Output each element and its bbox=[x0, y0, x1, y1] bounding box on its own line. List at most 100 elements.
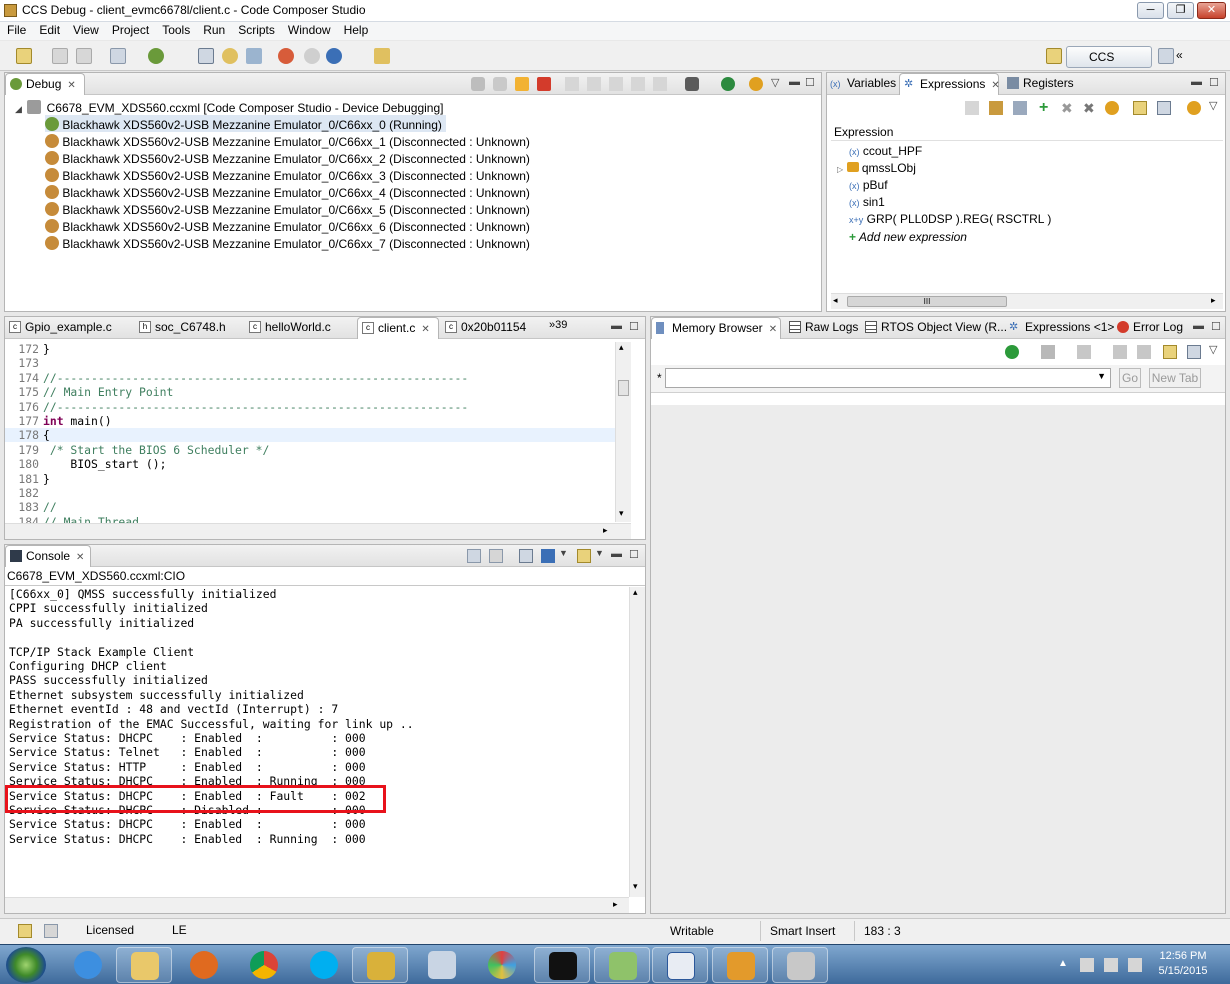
menu-run[interactable]: Run bbox=[196, 22, 231, 37]
collapse-all-icon[interactable] bbox=[965, 101, 979, 115]
memory-address-input[interactable]: ▼ bbox=[665, 368, 1111, 388]
close-tab-icon[interactable]: ✕ bbox=[76, 552, 84, 563]
tab-expressions-1[interactable]: ✲ Expressions <1> bbox=[1005, 317, 1114, 339]
console-output[interactable]: [C66xx_0] QMSS successfully initialized C… bbox=[5, 587, 629, 887]
scroll-right-icon[interactable]: ▸ bbox=[1211, 295, 1216, 306]
editor-hscroll[interactable]: ▸ bbox=[5, 523, 631, 539]
run-config-icon[interactable] bbox=[326, 48, 342, 64]
core-row-4[interactable]: Blackhawk XDS560v2-USB Mezzanine Emulato… bbox=[45, 183, 530, 200]
tab-console[interactable]: Console ✕ bbox=[5, 545, 91, 567]
expression-row[interactable]: ▷ qmssLObj bbox=[837, 160, 916, 177]
add-new-expression-row[interactable]: + Add new expression bbox=[849, 229, 967, 246]
taskbar-app-outlook[interactable] bbox=[712, 947, 768, 983]
taskbar-app-chrome[interactable] bbox=[236, 947, 292, 983]
scroll-down-icon[interactable]: ▾ bbox=[619, 508, 624, 519]
tab-raw-logs[interactable]: Raw Logs bbox=[785, 317, 859, 339]
tab-expressions[interactable]: ✲ Expressions ✕ bbox=[899, 73, 1000, 95]
display-console-icon[interactable] bbox=[541, 549, 555, 563]
debug-bug-icon[interactable] bbox=[148, 48, 164, 64]
expand-icon[interactable] bbox=[989, 101, 1003, 115]
refresh-icon[interactable] bbox=[1105, 101, 1119, 115]
expand-arrow-icon[interactable]: ▷ bbox=[837, 165, 843, 174]
link-icon[interactable] bbox=[1113, 345, 1127, 359]
tab-memory-browser[interactable]: Memory Browser ✕ bbox=[651, 317, 781, 339]
menu-help[interactable]: Help bbox=[337, 22, 375, 37]
core-row-3[interactable]: Blackhawk XDS560v2-USB Mezzanine Emulato… bbox=[45, 166, 530, 183]
show-hidden-icons-icon[interactable]: ▲ bbox=[1058, 958, 1068, 969]
menu-edit[interactable]: Edit bbox=[32, 22, 66, 37]
menu-window[interactable]: Window bbox=[281, 22, 337, 37]
new-window-icon[interactable] bbox=[18, 924, 32, 938]
code-line[interactable]: 172} bbox=[5, 342, 49, 356]
network-icon[interactable] bbox=[1080, 958, 1094, 972]
expression-row[interactable]: (x) ccout_HPF bbox=[849, 143, 922, 160]
view-menu-icon[interactable]: ▽ bbox=[1209, 99, 1217, 112]
taskbar-app-word[interactable] bbox=[652, 947, 708, 983]
close-tab-icon[interactable]: ✕ bbox=[67, 80, 75, 91]
scroll-up-icon[interactable]: ▴ bbox=[619, 342, 624, 353]
menu-tools[interactable]: Tools bbox=[155, 22, 196, 37]
minimize-button[interactable]: ─ bbox=[1137, 2, 1164, 19]
vscroll-thumb[interactable] bbox=[618, 380, 629, 396]
scroll-lock-icon[interactable] bbox=[489, 549, 503, 563]
code-line[interactable]: 175 // Main Entry Point bbox=[5, 385, 173, 399]
minimize-view-icon[interactable]: ▬ bbox=[789, 76, 800, 88]
view-menu-icon[interactable]: ▽ bbox=[1209, 343, 1217, 356]
chevron-down-icon[interactable]: ▼ bbox=[595, 548, 604, 558]
taskbar-app-firefox[interactable] bbox=[176, 947, 232, 983]
close-tab-icon[interactable]: ✕ bbox=[991, 80, 999, 91]
maximize-button[interactable]: ❐ bbox=[1167, 2, 1194, 19]
step-over-icon[interactable] bbox=[587, 77, 601, 91]
code-line[interactable]: 176 //-----------------------------------… bbox=[5, 400, 468, 414]
menu-scripts[interactable]: Scripts bbox=[231, 22, 281, 37]
more-tabs-overflow[interactable]: »39 bbox=[549, 319, 567, 331]
hscroll-thumb[interactable]: III bbox=[847, 296, 1007, 307]
taskbar-app-virtualbox[interactable] bbox=[772, 947, 828, 983]
new-tab-button[interactable]: New Tab bbox=[1149, 368, 1201, 388]
import-memory-icon[interactable] bbox=[1077, 345, 1091, 359]
menu-project[interactable]: Project bbox=[105, 22, 155, 37]
taskbar-app-skype[interactable] bbox=[296, 947, 352, 983]
disable-breakpoints-icon[interactable] bbox=[304, 48, 320, 64]
expression-row[interactable]: (x) pBuf bbox=[849, 177, 888, 194]
connect-target-icon[interactable] bbox=[198, 48, 214, 64]
menu-view[interactable]: View bbox=[66, 22, 105, 37]
reset-icon[interactable] bbox=[653, 77, 667, 91]
tab-rtos-object-view[interactable]: RTOS Object View (R... bbox=[861, 317, 1007, 339]
code-line[interactable]: 180 BIOS_start (); bbox=[5, 457, 166, 471]
close-tab-icon[interactable]: ✕ bbox=[421, 324, 429, 335]
code-line[interactable]: 173 bbox=[5, 356, 43, 370]
console-vscroll[interactable]: ▴ ▾ bbox=[629, 587, 645, 897]
new-view-icon[interactable] bbox=[1163, 345, 1177, 359]
continuous-refresh-icon[interactable] bbox=[1187, 101, 1201, 115]
restart-icon[interactable] bbox=[721, 77, 735, 91]
tab-variables[interactable]: (x) Variables bbox=[827, 73, 899, 95]
new-icon[interactable] bbox=[16, 48, 32, 64]
settings-icon[interactable] bbox=[1137, 345, 1151, 359]
tools-icon[interactable] bbox=[374, 48, 390, 64]
assembly-step-icon[interactable] bbox=[631, 77, 645, 91]
pin-icon[interactable] bbox=[1187, 345, 1201, 359]
open-perspective-icon[interactable] bbox=[1046, 48, 1062, 64]
pin-console-icon[interactable] bbox=[519, 549, 533, 563]
save-icon[interactable] bbox=[52, 48, 68, 64]
maximize-view-icon[interactable]: ☐ bbox=[1211, 320, 1221, 333]
taskbar-app-notes[interactable] bbox=[352, 947, 408, 983]
step-into-icon[interactable] bbox=[565, 77, 579, 91]
code-line[interactable]: 174 //-----------------------------------… bbox=[5, 371, 468, 385]
open-console-icon[interactable] bbox=[577, 549, 591, 563]
load-program-icon[interactable] bbox=[222, 48, 238, 64]
chevron-down-icon[interactable]: ▼ bbox=[1097, 371, 1106, 381]
minimize-view-icon[interactable]: ▬ bbox=[611, 320, 622, 332]
perspective-edit-icon[interactable] bbox=[1158, 48, 1174, 64]
scroll-up-icon[interactable]: ▴ bbox=[633, 587, 638, 598]
pin-icon[interactable] bbox=[1157, 101, 1171, 115]
taskbar-app-cmd[interactable] bbox=[534, 947, 590, 983]
sync-icon[interactable] bbox=[749, 77, 763, 91]
core-row-5[interactable]: Blackhawk XDS560v2-USB Mezzanine Emulato… bbox=[45, 200, 530, 217]
close-tab-icon[interactable]: ✕ bbox=[769, 324, 777, 335]
action-center-icon[interactable] bbox=[1128, 958, 1142, 972]
chevron-down-icon[interactable]: ▼ bbox=[559, 548, 568, 558]
system-clock[interactable]: 12:56 PM 5/15/2015 bbox=[1148, 949, 1218, 979]
tab-error-log[interactable]: Error Log bbox=[1113, 317, 1187, 339]
